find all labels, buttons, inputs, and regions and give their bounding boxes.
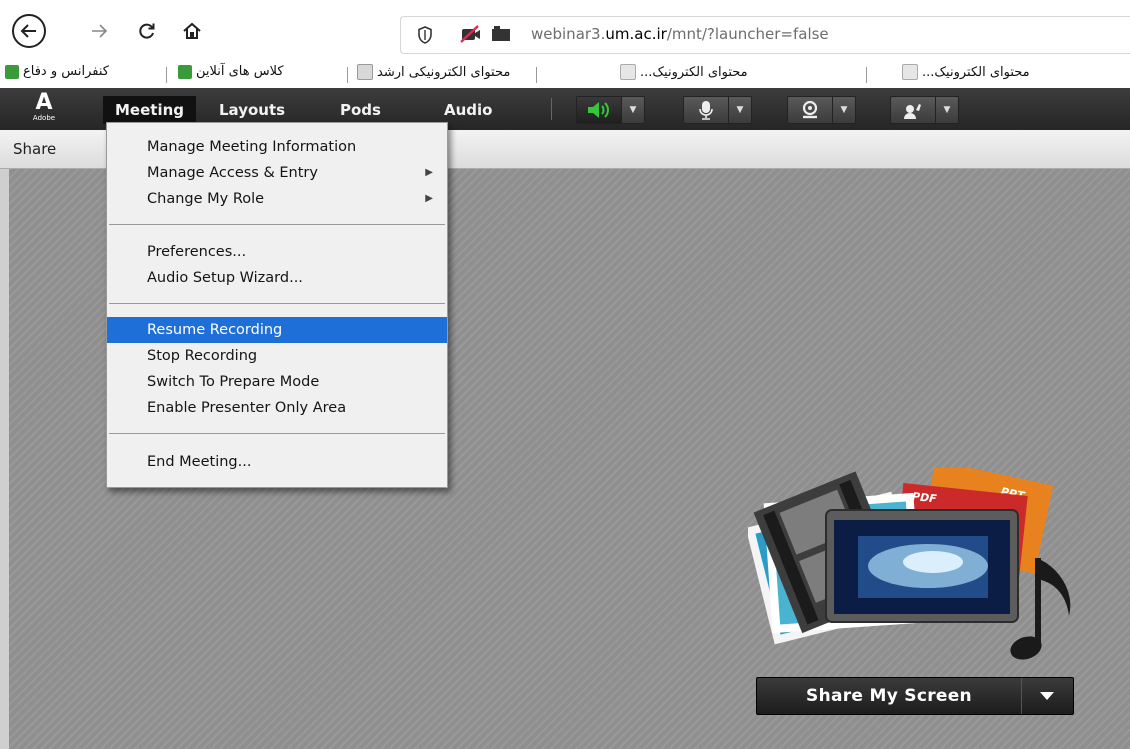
microphone-icon: [699, 101, 713, 120]
bookmark-divider: [347, 67, 348, 83]
menu-item-stop-recording[interactable]: Stop Recording: [107, 343, 447, 369]
chevron-down-icon: ▼: [629, 105, 637, 115]
bookmark-doc-icon: [902, 64, 918, 80]
status-dropdown[interactable]: ▼: [935, 97, 958, 123]
speaker-toggle[interactable]: [577, 97, 621, 123]
bookmark-label: کنفرانس و دفاع: [23, 64, 109, 79]
share-my-screen-button[interactable]: Share My Screen: [756, 677, 1074, 715]
toolbar-divider: [551, 98, 552, 120]
reload-icon: [139, 23, 155, 39]
bookmark-item[interactable]: کنفرانس و دفاع: [5, 64, 109, 79]
menu-pods[interactable]: Pods: [328, 96, 393, 124]
webcam-toggle[interactable]: [788, 97, 832, 123]
bookmark-doc-icon: [620, 64, 636, 80]
menu-item-audio-setup-wizard[interactable]: Audio Setup Wizard...: [107, 265, 447, 291]
pod-title: Share: [13, 140, 57, 158]
menu-meeting[interactable]: Meeting: [103, 96, 197, 124]
bookmark-doc-icon: [357, 64, 373, 80]
chevron-down-icon: [1040, 692, 1054, 700]
meeting-menu: Manage Meeting Information Manage Access…: [106, 122, 448, 488]
monitor: [825, 509, 1019, 623]
menu-divider: [109, 433, 445, 434]
webcam-button[interactable]: ▼: [787, 96, 856, 124]
speaker-dropdown[interactable]: ▼: [621, 97, 644, 123]
menu-layouts[interactable]: Layouts: [207, 96, 297, 124]
bookmark-label: محتوای الکترونیک...: [640, 64, 748, 80]
menu-item-manage-meeting-information[interactable]: Manage Meeting Information: [107, 134, 447, 160]
status-toggle[interactable]: [891, 97, 935, 123]
menu-item-manage-access-entry[interactable]: Manage Access & Entry ▶: [107, 160, 447, 186]
bookmark-label: محتوای الکترونیکی ارشد: [377, 64, 511, 80]
camera-blocked-icon[interactable]: [459, 24, 483, 44]
reload-button[interactable]: [130, 14, 164, 48]
bookmark-divider: [866, 67, 867, 83]
menu-item-label: Change My Role: [147, 191, 265, 207]
pdf-label: PDF: [911, 490, 937, 506]
speaker-button[interactable]: ▼: [576, 96, 645, 124]
submenu-arrow-icon: ▶: [425, 167, 433, 178]
pod-left-edge: [0, 169, 9, 749]
adobe-a-icon: A: [35, 90, 53, 115]
home-button[interactable]: [175, 14, 209, 48]
menu-divider: [109, 224, 445, 225]
bookmarks-bar: کنفرانس و دفاع کلاس های آنلاین محتوای ال…: [0, 60, 1130, 88]
menu-item-preferences[interactable]: Preferences...: [107, 239, 447, 265]
menu-item-switch-to-prepare-mode[interactable]: Switch To Prepare Mode: [107, 369, 447, 395]
forward-arrow-icon: [92, 24, 108, 38]
url-bar[interactable]: webinar3.um.ac.ir/mnt/?launcher=false: [400, 16, 1130, 54]
webcam-icon: [802, 101, 818, 119]
share-options-dropdown[interactable]: [1021, 678, 1072, 714]
back-arrow-icon: [20, 24, 36, 38]
submenu-arrow-icon: ▶: [425, 193, 433, 204]
menu-item-label: Manage Access & Entry: [147, 165, 318, 181]
bookmark-divider: [536, 67, 537, 83]
bookmark-item[interactable]: محتوای الکترونیکی ارشد: [357, 64, 510, 80]
bookmark-item[interactable]: محتوای الکترونیک...: [902, 64, 1030, 80]
status-button[interactable]: ▼: [890, 96, 959, 124]
browser-toolbar: webinar3.um.ac.ir/mnt/?launcher=false: [0, 0, 1130, 60]
menu-item-end-meeting[interactable]: End Meeting...: [107, 449, 447, 475]
menu-item-change-my-role[interactable]: Change My Role ▶: [107, 186, 447, 212]
bookmark-label: محتوای الکترونیک...: [922, 64, 1030, 80]
bookmark-item[interactable]: کلاس های آنلاین: [178, 64, 284, 79]
adobe-logo: A Adobe: [30, 92, 58, 126]
bookmark-item[interactable]: محتوای الکترونیک...: [620, 64, 748, 80]
bookmark-green-icon: [5, 64, 19, 79]
menu-item-resume-recording[interactable]: Resume Recording: [107, 317, 447, 343]
microphone-button[interactable]: ▼: [683, 96, 752, 124]
shield-icon: [418, 26, 432, 44]
bookmark-divider: [166, 67, 167, 83]
share-content-illustration: PPT PDF: [748, 468, 1071, 660]
forward-button[interactable]: [82, 14, 116, 48]
permissions-icon[interactable]: [491, 26, 511, 42]
menu-item-enable-presenter-only-area[interactable]: Enable Presenter Only Area: [107, 395, 447, 421]
share-my-screen-label[interactable]: Share My Screen: [757, 678, 1021, 714]
adobe-logo-text: Adobe: [32, 114, 56, 122]
bookmark-green-icon: [178, 64, 192, 79]
menu-audio[interactable]: Audio: [432, 96, 504, 124]
back-button[interactable]: [12, 14, 46, 48]
url-text: webinar3.um.ac.ir/mnt/?launcher=false: [531, 25, 829, 43]
bookmark-label: کلاس های آنلاین: [196, 64, 284, 79]
microphone-toggle[interactable]: [684, 97, 728, 123]
microphone-dropdown[interactable]: ▼: [728, 97, 751, 123]
home-icon: [183, 22, 201, 39]
chevron-down-icon: ▼: [943, 105, 951, 115]
chevron-down-icon: ▼: [840, 105, 848, 115]
chevron-down-icon: ▼: [736, 105, 744, 115]
menu-divider: [109, 303, 445, 304]
webcam-dropdown[interactable]: ▼: [832, 97, 855, 123]
raise-hand-icon: [904, 104, 921, 119]
speaker-icon: [588, 102, 609, 118]
